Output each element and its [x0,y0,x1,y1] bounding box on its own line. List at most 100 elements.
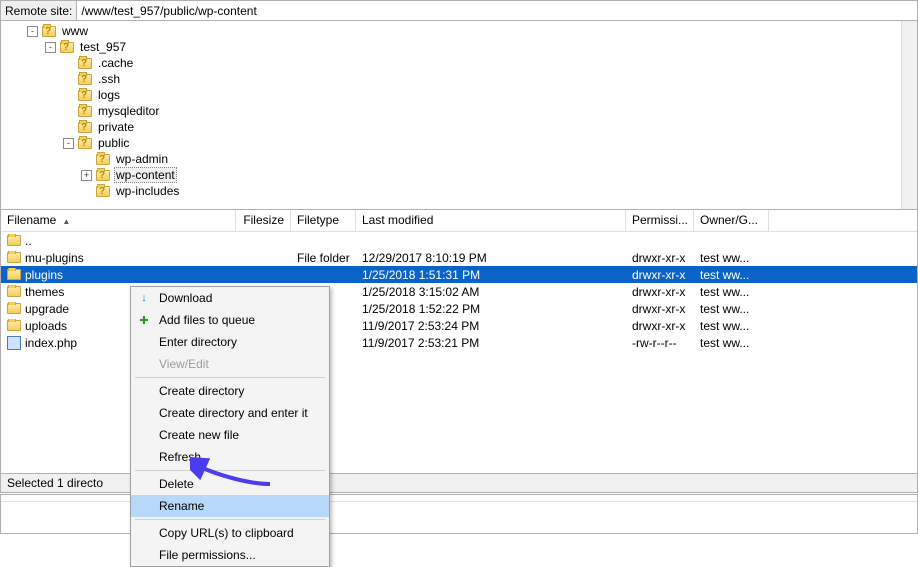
unknown-badge-icon: ? [81,106,87,117]
menu-item-create-new-file[interactable]: Create new file [131,424,329,446]
tree-item-wp-admin[interactable]: ? wp-admin [5,151,913,167]
folder-icon: ? [78,58,92,69]
status-text: Selected 1 directo [7,476,103,490]
tree-label: test_957 [78,40,128,54]
col-header-modified[interactable]: Last modified [356,210,626,231]
php-file-icon [7,336,21,350]
tree-label: www [60,24,90,38]
unknown-badge-icon: ? [81,58,87,69]
folder-icon: ? [42,26,56,37]
sort-caret-icon: ▲ [62,217,70,226]
menu-label: Create directory and enter it [159,406,308,420]
tree-label: logs [96,88,122,102]
tree-twisty-icon[interactable]: - [63,138,74,149]
annotation-arrow [190,456,280,492]
col-header-owner[interactable]: Owner/G... [694,210,769,231]
tree-item-wp-content[interactable]: +? wp-content [5,167,913,183]
tree-item-wp-includes[interactable]: ?wp-includes [5,183,913,199]
cell-own: test ww... [694,319,769,333]
cell-perm: -rw-r--r-- [626,336,694,350]
folder-icon: ? [96,186,110,197]
list-row[interactable]: .. [1,232,917,249]
unknown-badge-icon: ? [99,154,105,165]
tree-item-www[interactable]: -? www [5,23,913,39]
tree-item-mysqleditor[interactable]: ? mysqleditor [5,103,913,119]
folder-icon: ? [60,42,74,53]
cell-modified: 11/9/2017 2:53:21 PM [356,336,626,350]
menu-item-file-permissions[interactable]: File permissions... [131,544,329,566]
remote-site-label: Remote site: [1,1,77,20]
col-header-permissions[interactable]: Permissi... [626,210,694,231]
unknown-badge-icon: ? [81,74,87,85]
menu-label: Rename [159,499,204,513]
menu-item-rename[interactable]: Rename [131,495,329,517]
menu-label: Download [159,291,212,305]
tree-twisty-icon[interactable]: + [81,170,92,181]
tree-label: mysqleditor [96,104,161,118]
tree-label: .cache [96,56,135,70]
remote-site-path-input[interactable] [77,1,917,20]
tree-twisty-icon[interactable]: - [45,42,56,53]
folder-icon: ? [78,122,92,133]
filename-label: mu-plugins [25,251,84,265]
tree-item-.cache[interactable]: ? .cache [5,55,913,71]
menu-item-create-directory-and-enter-it[interactable]: Create directory and enter it [131,402,329,424]
list-row[interactable]: mu-pluginsFile folder12/29/2017 8:10:19 … [1,249,917,266]
filename-label: uploads [25,319,67,333]
menu-item-create-directory[interactable]: Create directory [131,380,329,402]
tree-item-private[interactable]: ? private [5,119,913,135]
col-header-filesize[interactable]: Filesize [236,210,291,231]
menu-label: View/Edit [159,357,209,371]
remote-tree-panel: -?www-?test_957?.cache?.ssh?logs?mysqled… [0,20,918,210]
tree-scrollbar[interactable] [901,21,917,209]
cell-perm: drwxr-xr-x [626,268,694,282]
menu-item-copy-url-s-to-clipboard[interactable]: Copy URL(s) to clipboard [131,522,329,544]
folder-icon [7,252,21,263]
cell-modified: 12/29/2017 8:10:19 PM [356,251,626,265]
unknown-badge-icon: ? [81,138,87,149]
unknown-badge-icon: ? [81,90,87,101]
tree-item-public[interactable]: -?public [5,135,913,151]
tree-item-.ssh[interactable]: ?.ssh [5,71,913,87]
cell-own: test ww... [694,302,769,316]
cell-perm: drwxr-xr-x [626,251,694,265]
tree-item-test_957[interactable]: -? test_957 [5,39,913,55]
menu-item-view-edit: View/Edit [131,353,329,375]
col-header-filename[interactable]: Filename▲ [1,210,236,231]
menu-item-download[interactable]: ↓Download [131,287,329,309]
unknown-badge-icon: ? [81,122,87,133]
menu-item-enter-directory[interactable]: Enter directory [131,331,329,353]
menu-label: Create new file [159,428,239,442]
cell-perm: drwxr-xr-x [626,285,694,299]
menu-label: Delete [159,477,194,491]
folder-icon [7,320,21,331]
unknown-badge-icon: ? [99,170,105,181]
menu-label: Create directory [159,384,244,398]
tree-label: private [96,120,136,134]
folder-icon: ? [78,74,92,85]
menu-label: Enter directory [159,335,237,349]
unknown-badge-icon: ? [45,26,51,37]
menu-label: File permissions... [159,548,256,562]
menu-label: Add files to queue [159,313,255,327]
tree-twisty-icon[interactable]: - [27,26,38,37]
tree-twisty-spacer [63,74,74,85]
tree-twisty-spacer [81,186,92,197]
cell-modified: 11/9/2017 2:53:24 PM [356,319,626,333]
tree-twisty-spacer [63,122,74,133]
unknown-badge-icon: ? [63,42,69,53]
menu-separator [135,377,325,378]
tree-item-logs[interactable]: ? logs [5,87,913,103]
list-row[interactable]: plugins1/25/2018 1:51:31 PMdrwxr-xr-xtes… [1,266,917,283]
menu-item-add-files-to-queue[interactable]: ✚Add files to queue [131,309,329,331]
cell-own: test ww... [694,285,769,299]
folder-icon [7,303,21,314]
cell-own: test ww... [694,336,769,350]
tree-label: wp-content [114,167,177,183]
cell-perm: drwxr-xr-x [626,302,694,316]
filename-label: themes [25,285,64,299]
tree-label: wp-admin [114,152,170,166]
folder-icon [7,269,21,280]
col-header-filetype[interactable]: Filetype [291,210,356,231]
cell-modified: 1/25/2018 1:51:31 PM [356,268,626,282]
